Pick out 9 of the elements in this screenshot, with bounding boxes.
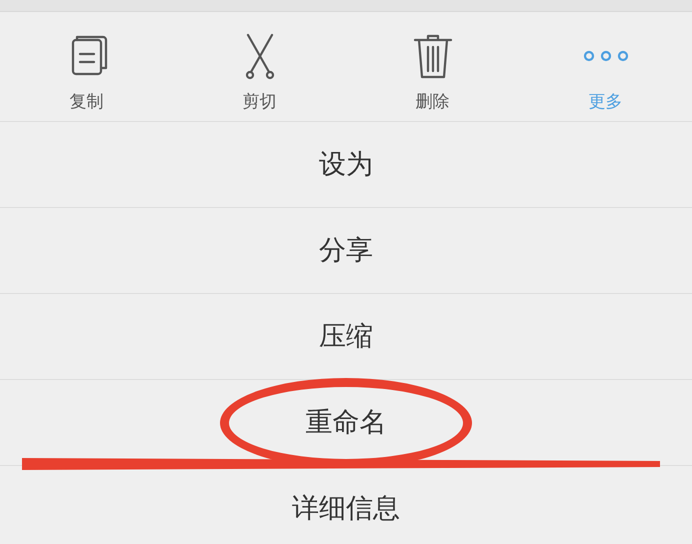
menu-item[interactable]: 设为: [319, 151, 373, 178]
toolbar-button[interactable]: 剪切: [173, 12, 346, 121]
menu-item[interactable]: 重命名: [306, 409, 386, 436]
menu-item[interactable]: 分享: [319, 237, 373, 264]
menu-item[interactable]: 压缩: [319, 323, 373, 350]
toolbar-button[interactable]: 复制: [0, 12, 173, 121]
more-icon: [582, 49, 630, 63]
menu-item[interactable]: 详细信息: [292, 495, 400, 522]
toolbar-button[interactable]: 删除: [346, 12, 519, 121]
